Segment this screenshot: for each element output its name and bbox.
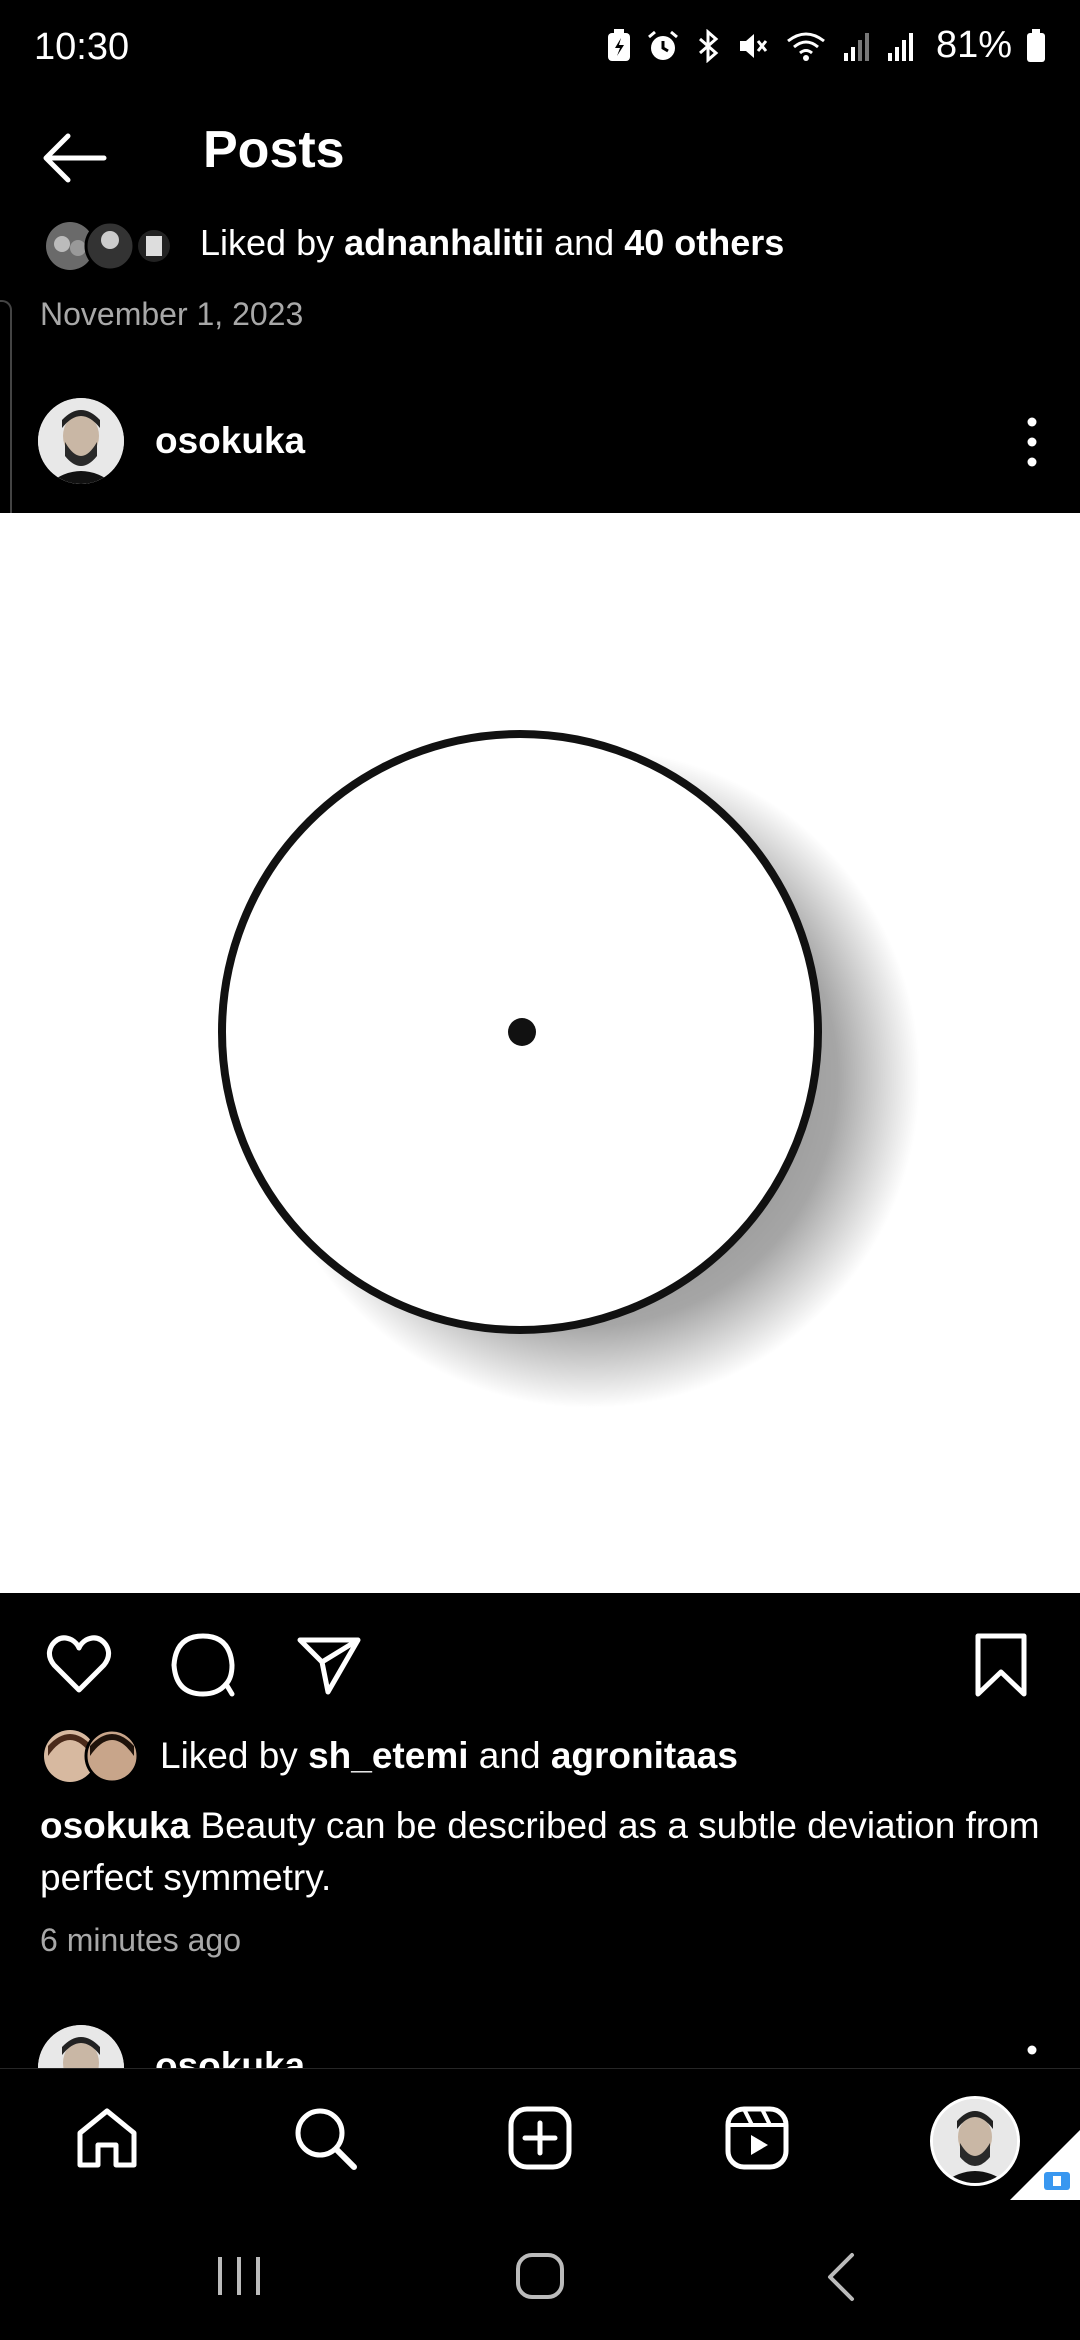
send-icon xyxy=(297,1637,361,1695)
home-icon xyxy=(77,2108,137,2168)
nav-profile-avatar[interactable] xyxy=(930,2096,1020,2186)
battery-icon xyxy=(1027,28,1045,62)
share-button[interactable] xyxy=(294,1630,364,1700)
signal-icon xyxy=(843,32,869,61)
back-button[interactable] xyxy=(38,128,118,188)
mute-icon xyxy=(739,33,768,58)
post-timestamp: 6 minutes ago xyxy=(40,1922,242,1958)
system-nav-bar xyxy=(0,2205,1080,2340)
lock-badge-icon xyxy=(1010,2130,1080,2200)
like-button[interactable] xyxy=(44,1630,114,1700)
more-options-button[interactable] xyxy=(1012,412,1052,472)
status-time: 10:30 xyxy=(34,26,130,68)
arrow-left-icon xyxy=(43,133,107,183)
status-icons: 81% xyxy=(606,24,1046,67)
search-icon xyxy=(295,2108,357,2170)
bookmark-icon xyxy=(975,1633,1027,1697)
post-caption: osokuka Beauty can be described as a sub… xyxy=(40,1800,1040,1904)
signal-icon xyxy=(887,32,913,61)
back-icon[interactable] xyxy=(822,2251,862,2303)
battery-percentage: 81% xyxy=(935,24,1012,66)
comment-icon xyxy=(171,1633,235,1697)
nav-create[interactable] xyxy=(505,2103,575,2173)
post-username[interactable]: osokuka xyxy=(155,420,305,462)
bottom-nav xyxy=(0,2068,1080,2206)
save-button[interactable] xyxy=(966,1630,1036,1700)
home-button-icon[interactable] xyxy=(514,2251,566,2301)
prev-post-date: November 1, 2023 xyxy=(40,296,304,332)
bluetooth-icon xyxy=(698,28,719,63)
prev-liked-by[interactable]: Liked by adnanhalitii and 40 others xyxy=(200,222,784,264)
post-image[interactable] xyxy=(0,513,1080,1593)
prev-liker-avatars xyxy=(42,220,172,272)
liked-by[interactable]: Liked by sh_etemi and agronitaas xyxy=(160,1735,738,1777)
wifi-icon xyxy=(787,32,825,61)
floating-badge[interactable] xyxy=(1010,2130,1080,2200)
nav-home[interactable] xyxy=(72,2103,142,2173)
battery-saver-icon xyxy=(607,28,630,61)
recents-icon[interactable] xyxy=(212,2253,266,2299)
alarm-icon xyxy=(647,30,678,60)
liker-avatars xyxy=(42,1728,142,1784)
nav-reels[interactable] xyxy=(722,2103,792,2173)
heart-icon xyxy=(46,1635,112,1693)
reels-icon xyxy=(725,2106,789,2170)
nav-search[interactable] xyxy=(290,2103,360,2173)
more-vertical-icon xyxy=(1027,417,1037,467)
post-author-avatar[interactable] xyxy=(38,398,124,484)
caption-text: Beauty can be described as a subtle devi… xyxy=(40,1805,1040,1898)
create-icon xyxy=(508,2106,572,2170)
page-title: Posts xyxy=(203,121,345,179)
caption-username[interactable]: osokuka xyxy=(40,1805,190,1846)
comment-button[interactable] xyxy=(168,1630,238,1700)
